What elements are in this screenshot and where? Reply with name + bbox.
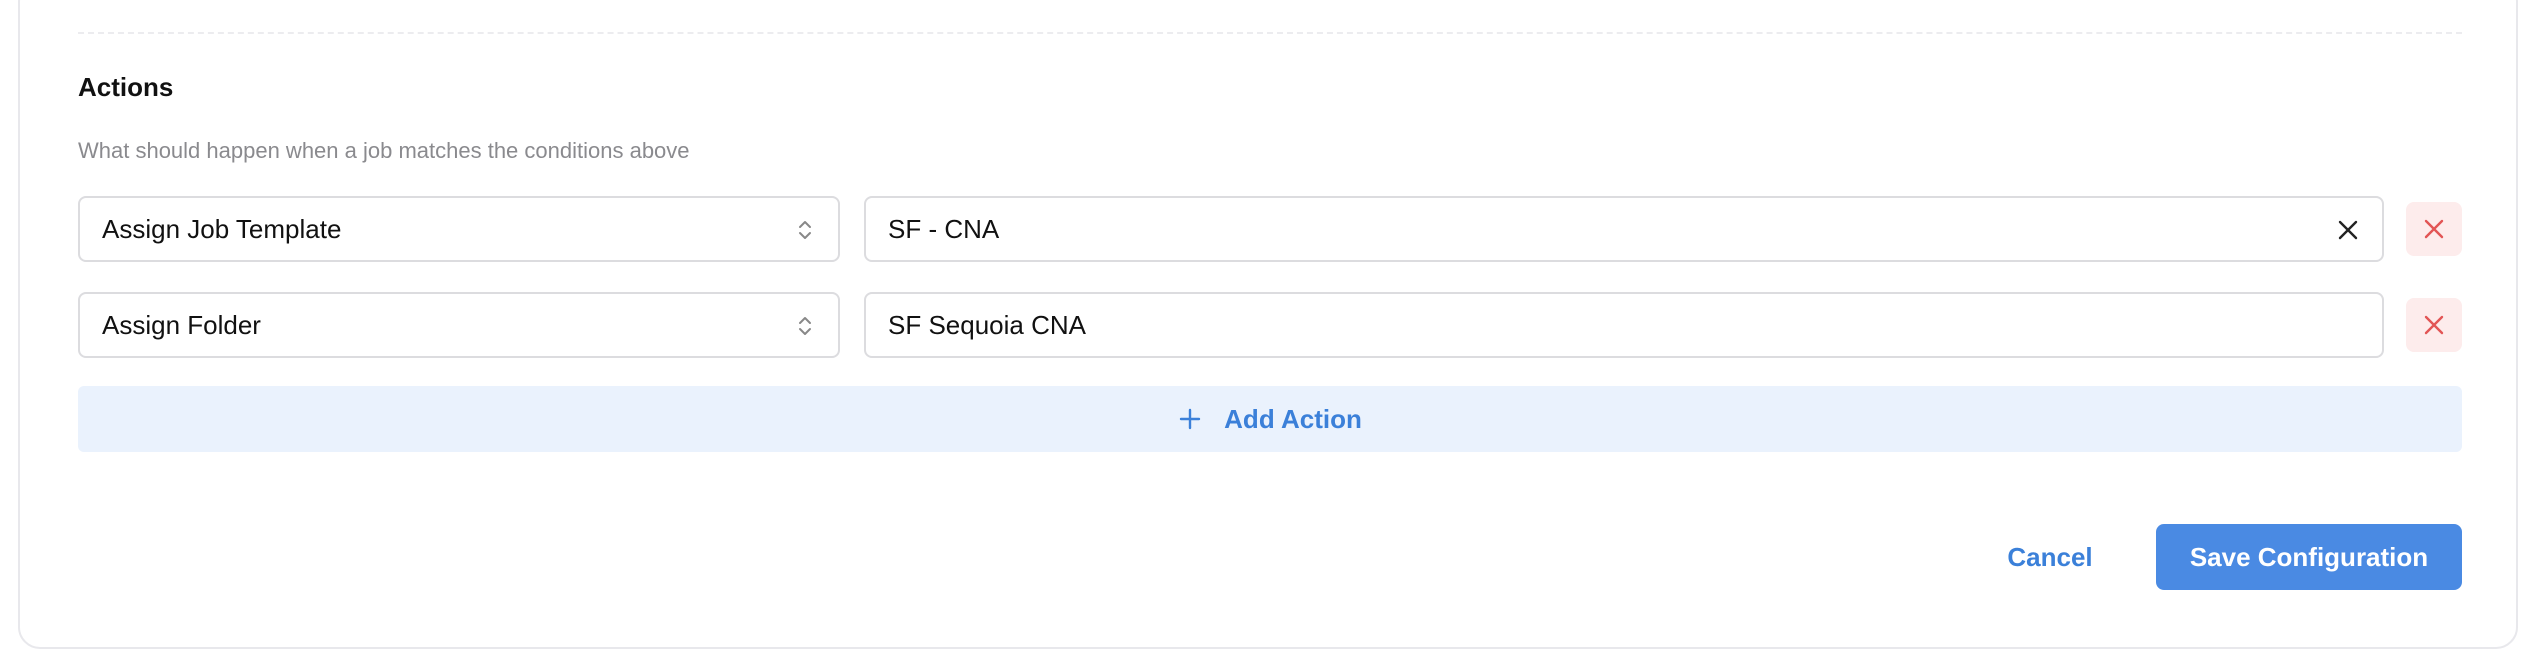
save-configuration-button[interactable]: Save Configuration bbox=[2156, 524, 2462, 590]
action-type-value: Assign Job Template bbox=[102, 213, 342, 244]
close-icon bbox=[2424, 315, 2444, 335]
action-type-value: Assign Folder bbox=[102, 309, 261, 340]
action-value-text: SF - CNA bbox=[888, 213, 1000, 244]
close-icon[interactable] bbox=[2332, 214, 2364, 246]
action-type-select[interactable]: Assign Folder bbox=[78, 292, 840, 358]
action-value-input[interactable]: SF - CNA bbox=[864, 196, 2384, 262]
plus-icon bbox=[1179, 408, 1201, 430]
chevron-up-down-icon bbox=[799, 221, 811, 239]
delete-action-button[interactable] bbox=[2406, 298, 2462, 352]
add-action-label: Add Action bbox=[1224, 403, 1362, 434]
close-icon bbox=[2424, 219, 2444, 239]
add-action-button[interactable]: Add Action bbox=[78, 386, 2462, 452]
action-type-select[interactable]: Assign Job Template bbox=[78, 196, 840, 262]
action-value-input[interactable]: SF Sequoia CNA bbox=[864, 292, 2384, 358]
actions-description: What should happen when a job matches th… bbox=[78, 138, 690, 163]
cancel-button[interactable]: Cancel bbox=[1990, 524, 2110, 590]
actions-title: Actions bbox=[78, 72, 174, 102]
chevron-up-down-icon bbox=[799, 317, 811, 335]
section-divider bbox=[78, 32, 2462, 34]
delete-action-button[interactable] bbox=[2406, 202, 2462, 256]
action-value-text: SF Sequoia CNA bbox=[888, 309, 1086, 340]
